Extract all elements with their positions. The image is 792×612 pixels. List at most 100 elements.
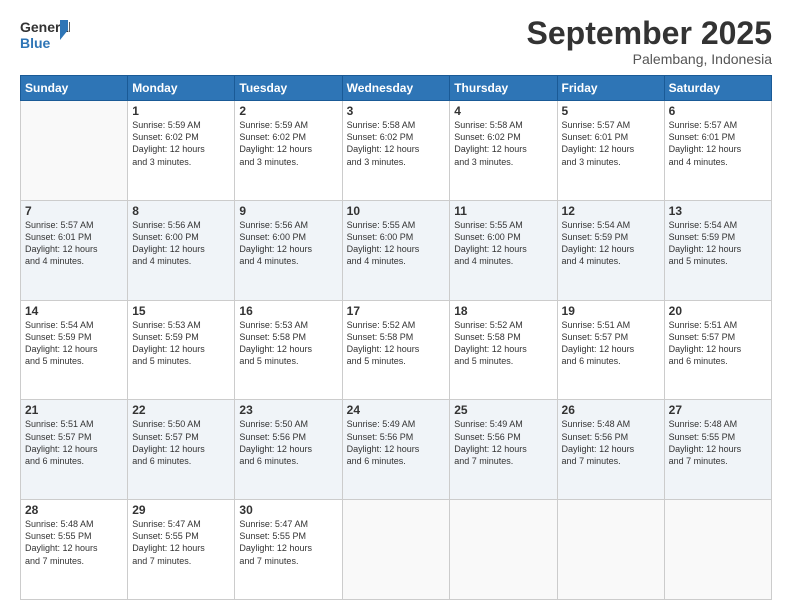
calendar-cell: 23Sunrise: 5:50 AM Sunset: 5:56 PM Dayli…: [235, 400, 342, 500]
calendar-cell: 12Sunrise: 5:54 AM Sunset: 5:59 PM Dayli…: [557, 200, 664, 300]
calendar-cell: 11Sunrise: 5:55 AM Sunset: 6:00 PM Dayli…: [450, 200, 557, 300]
day-number: 2: [239, 104, 337, 118]
cell-info: Sunrise: 5:58 AM Sunset: 6:02 PM Dayligh…: [454, 119, 552, 168]
day-number: 27: [669, 403, 767, 417]
calendar-cell: [664, 500, 771, 600]
day-number: 6: [669, 104, 767, 118]
cell-info: Sunrise: 5:54 AM Sunset: 5:59 PM Dayligh…: [25, 319, 123, 368]
day-number: 11: [454, 204, 552, 218]
day-number: 26: [562, 403, 660, 417]
col-header-monday: Monday: [128, 76, 235, 101]
header-row: SundayMondayTuesdayWednesdayThursdayFrid…: [21, 76, 772, 101]
calendar-cell: 1Sunrise: 5:59 AM Sunset: 6:02 PM Daylig…: [128, 101, 235, 201]
cell-info: Sunrise: 5:49 AM Sunset: 5:56 PM Dayligh…: [347, 418, 446, 467]
svg-text:Blue: Blue: [20, 35, 51, 51]
cell-info: Sunrise: 5:50 AM Sunset: 5:56 PM Dayligh…: [239, 418, 337, 467]
cell-info: Sunrise: 5:52 AM Sunset: 5:58 PM Dayligh…: [454, 319, 552, 368]
week-row-1: 1Sunrise: 5:59 AM Sunset: 6:02 PM Daylig…: [21, 101, 772, 201]
calendar-cell: [21, 101, 128, 201]
title-section: September 2025 Palembang, Indonesia: [527, 16, 772, 67]
cell-info: Sunrise: 5:54 AM Sunset: 5:59 PM Dayligh…: [669, 219, 767, 268]
cell-info: Sunrise: 5:51 AM Sunset: 5:57 PM Dayligh…: [669, 319, 767, 368]
week-row-5: 28Sunrise: 5:48 AM Sunset: 5:55 PM Dayli…: [21, 500, 772, 600]
cell-info: Sunrise: 5:56 AM Sunset: 6:00 PM Dayligh…: [132, 219, 230, 268]
day-number: 22: [132, 403, 230, 417]
cell-info: Sunrise: 5:51 AM Sunset: 5:57 PM Dayligh…: [562, 319, 660, 368]
day-number: 7: [25, 204, 123, 218]
calendar-cell: 9Sunrise: 5:56 AM Sunset: 6:00 PM Daylig…: [235, 200, 342, 300]
day-number: 1: [132, 104, 230, 118]
col-header-tuesday: Tuesday: [235, 76, 342, 101]
day-number: 23: [239, 403, 337, 417]
cell-info: Sunrise: 5:49 AM Sunset: 5:56 PM Dayligh…: [454, 418, 552, 467]
day-number: 28: [25, 503, 123, 517]
calendar-cell: 2Sunrise: 5:59 AM Sunset: 6:02 PM Daylig…: [235, 101, 342, 201]
day-number: 29: [132, 503, 230, 517]
logo-svg: General Blue: [20, 16, 70, 52]
calendar-table: SundayMondayTuesdayWednesdayThursdayFrid…: [20, 75, 772, 600]
day-number: 12: [562, 204, 660, 218]
week-row-4: 21Sunrise: 5:51 AM Sunset: 5:57 PM Dayli…: [21, 400, 772, 500]
cell-info: Sunrise: 5:54 AM Sunset: 5:59 PM Dayligh…: [562, 219, 660, 268]
day-number: 13: [669, 204, 767, 218]
cell-info: Sunrise: 5:57 AM Sunset: 6:01 PM Dayligh…: [562, 119, 660, 168]
cell-info: Sunrise: 5:48 AM Sunset: 5:55 PM Dayligh…: [25, 518, 123, 567]
day-number: 16: [239, 304, 337, 318]
calendar-cell: 25Sunrise: 5:49 AM Sunset: 5:56 PM Dayli…: [450, 400, 557, 500]
cell-info: Sunrise: 5:48 AM Sunset: 5:56 PM Dayligh…: [562, 418, 660, 467]
calendar-cell: [342, 500, 450, 600]
cell-info: Sunrise: 5:59 AM Sunset: 6:02 PM Dayligh…: [132, 119, 230, 168]
calendar-cell: 7Sunrise: 5:57 AM Sunset: 6:01 PM Daylig…: [21, 200, 128, 300]
calendar-cell: 19Sunrise: 5:51 AM Sunset: 5:57 PM Dayli…: [557, 300, 664, 400]
calendar-cell: 29Sunrise: 5:47 AM Sunset: 5:55 PM Dayli…: [128, 500, 235, 600]
day-number: 25: [454, 403, 552, 417]
calendar-cell: 30Sunrise: 5:47 AM Sunset: 5:55 PM Dayli…: [235, 500, 342, 600]
calendar-cell: 16Sunrise: 5:53 AM Sunset: 5:58 PM Dayli…: [235, 300, 342, 400]
calendar-cell: 14Sunrise: 5:54 AM Sunset: 5:59 PM Dayli…: [21, 300, 128, 400]
day-number: 3: [347, 104, 446, 118]
calendar-cell: 13Sunrise: 5:54 AM Sunset: 5:59 PM Dayli…: [664, 200, 771, 300]
day-number: 17: [347, 304, 446, 318]
day-number: 20: [669, 304, 767, 318]
cell-info: Sunrise: 5:52 AM Sunset: 5:58 PM Dayligh…: [347, 319, 446, 368]
cell-info: Sunrise: 5:47 AM Sunset: 5:55 PM Dayligh…: [132, 518, 230, 567]
calendar-cell: 8Sunrise: 5:56 AM Sunset: 6:00 PM Daylig…: [128, 200, 235, 300]
day-number: 14: [25, 304, 123, 318]
cell-info: Sunrise: 5:57 AM Sunset: 6:01 PM Dayligh…: [669, 119, 767, 168]
day-number: 24: [347, 403, 446, 417]
cell-info: Sunrise: 5:53 AM Sunset: 5:58 PM Dayligh…: [239, 319, 337, 368]
calendar-cell: 6Sunrise: 5:57 AM Sunset: 6:01 PM Daylig…: [664, 101, 771, 201]
calendar-cell: 3Sunrise: 5:58 AM Sunset: 6:02 PM Daylig…: [342, 101, 450, 201]
col-header-sunday: Sunday: [21, 76, 128, 101]
calendar-cell: [450, 500, 557, 600]
day-number: 4: [454, 104, 552, 118]
calendar-cell: 4Sunrise: 5:58 AM Sunset: 6:02 PM Daylig…: [450, 101, 557, 201]
cell-info: Sunrise: 5:51 AM Sunset: 5:57 PM Dayligh…: [25, 418, 123, 467]
day-number: 21: [25, 403, 123, 417]
day-number: 15: [132, 304, 230, 318]
cell-info: Sunrise: 5:50 AM Sunset: 5:57 PM Dayligh…: [132, 418, 230, 467]
col-header-wednesday: Wednesday: [342, 76, 450, 101]
calendar-cell: 17Sunrise: 5:52 AM Sunset: 5:58 PM Dayli…: [342, 300, 450, 400]
calendar-cell: 21Sunrise: 5:51 AM Sunset: 5:57 PM Dayli…: [21, 400, 128, 500]
logo: General Blue: [20, 16, 70, 52]
cell-info: Sunrise: 5:55 AM Sunset: 6:00 PM Dayligh…: [454, 219, 552, 268]
week-row-3: 14Sunrise: 5:54 AM Sunset: 5:59 PM Dayli…: [21, 300, 772, 400]
cell-info: Sunrise: 5:48 AM Sunset: 5:55 PM Dayligh…: [669, 418, 767, 467]
cell-info: Sunrise: 5:56 AM Sunset: 6:00 PM Dayligh…: [239, 219, 337, 268]
cell-info: Sunrise: 5:59 AM Sunset: 6:02 PM Dayligh…: [239, 119, 337, 168]
calendar-cell: 27Sunrise: 5:48 AM Sunset: 5:55 PM Dayli…: [664, 400, 771, 500]
calendar-cell: 15Sunrise: 5:53 AM Sunset: 5:59 PM Dayli…: [128, 300, 235, 400]
col-header-saturday: Saturday: [664, 76, 771, 101]
day-number: 5: [562, 104, 660, 118]
day-number: 10: [347, 204, 446, 218]
day-number: 9: [239, 204, 337, 218]
day-number: 18: [454, 304, 552, 318]
calendar-cell: [557, 500, 664, 600]
cell-info: Sunrise: 5:55 AM Sunset: 6:00 PM Dayligh…: [347, 219, 446, 268]
day-number: 19: [562, 304, 660, 318]
calendar-cell: 26Sunrise: 5:48 AM Sunset: 5:56 PM Dayli…: [557, 400, 664, 500]
day-number: 8: [132, 204, 230, 218]
calendar-cell: 18Sunrise: 5:52 AM Sunset: 5:58 PM Dayli…: [450, 300, 557, 400]
calendar-cell: 22Sunrise: 5:50 AM Sunset: 5:57 PM Dayli…: [128, 400, 235, 500]
